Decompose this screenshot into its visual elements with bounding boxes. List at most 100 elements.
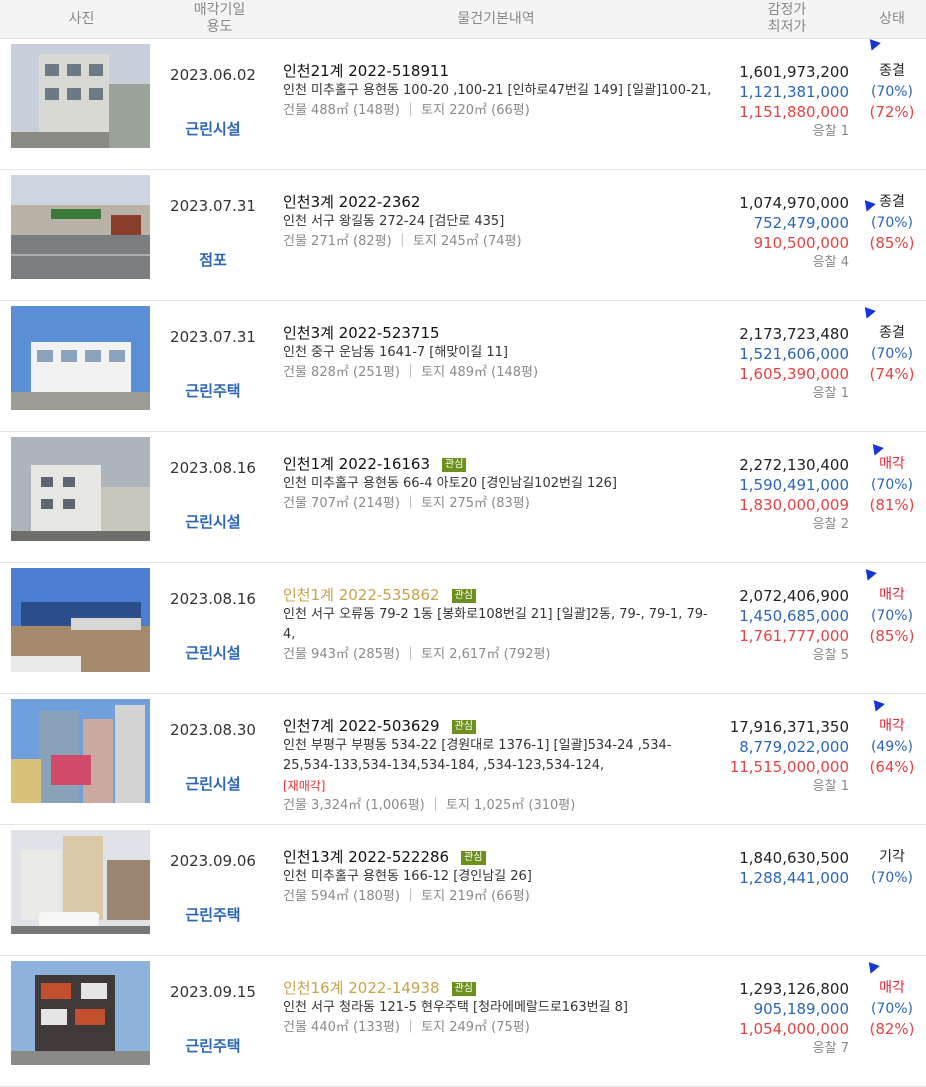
property-photo[interactable] [11, 961, 150, 1065]
header-info: 물건기본내역 [457, 10, 535, 27]
table-row[interactable]: 2023.07.31 근린주택 인천3계 2022-523715 인천 중구 운… [0, 301, 926, 432]
table-row[interactable]: 2023.08.16 근린시설 인천1계 2022-16163 관심 인천 미추홀… [0, 432, 926, 563]
interest-badge: 관심 [451, 720, 476, 734]
minimum-price: 8,779,022,000 [739, 738, 849, 756]
property-photo[interactable] [11, 175, 150, 279]
case-number-link[interactable]: 인천13계 2022-522286 관심 [283, 848, 713, 867]
header-photo: 사진 [68, 10, 95, 27]
property-photo[interactable] [11, 306, 150, 410]
bid-count: 응찰 7 [812, 1041, 849, 1056]
resale-tag: [재매각] [283, 779, 326, 793]
status-badge: 매각 [879, 718, 905, 734]
status-arrow-icon [860, 303, 876, 319]
bid-count: 응찰 1 [812, 124, 849, 139]
minimum-price: 752,479,000 [753, 214, 849, 232]
property-info: 인천1계 2022-16163 관심 인천 미추홀구 용현동 66-4 아토20 … [283, 455, 713, 514]
status-badge: 매각 [879, 587, 905, 603]
area-summary: 건물 707㎡ (214평) ｜ 토지 275㎡ (83평) [283, 496, 530, 511]
status-badge: 기각 [879, 849, 905, 865]
case-number-link[interactable]: 인천21계 2022-518911 [283, 62, 713, 81]
appraisal-price: 2,173,723,480 [739, 325, 849, 343]
property-use: 점포 [199, 251, 227, 269]
status-block: 기각 (70%) [858, 846, 926, 888]
area-summary: 건물 271㎡ (82평) ｜ 토지 245㎡ (74평) [283, 234, 522, 249]
minimum-rate: (70%) [870, 870, 914, 886]
appraisal-price: 2,072,406,900 [739, 587, 849, 605]
property-info: 인천13계 2022-522286 관심 인천 미추홀구 용현동 166-12 [… [283, 848, 713, 907]
table-row[interactable]: 2023.06.02 근린시설 인천21계 2022-518911 인천 미추홀… [0, 35, 926, 170]
header-date-use: 매각기일 용도 [193, 2, 246, 35]
header-price: 감정가 최저가 [767, 2, 807, 35]
sold-rate: (82%) [869, 1020, 915, 1038]
minimum-rate: (70%) [870, 608, 914, 624]
case-number-link[interactable]: 인천3계 2022-523715 [283, 324, 713, 343]
case-number-link[interactable]: 인천16계 2022-14938 관심 [283, 979, 713, 998]
status-badge: 종결 [879, 325, 905, 341]
minimum-price: 1,590,491,000 [739, 476, 849, 494]
table-row[interactable]: 2023.07.31 점포 인천3계 2022-2362 인천 서구 왕길동 2… [0, 170, 926, 301]
appraisal-price: 1,601,973,200 [739, 63, 849, 81]
auction-results-table: 사진 매각기일 용도 물건기본내역 감정가 최저가 상태 2023.06.02 근린… [0, 0, 926, 1087]
price-block: 17,916,371,350 8,779,022,000 11,515,000,… [712, 717, 849, 797]
interest-badge: 관심 [442, 458, 467, 472]
case-number-link[interactable]: 인천1계 2022-535862 관심 [283, 586, 713, 605]
property-info: 인천21계 2022-518911 인천 미추홀구 용현동 100-20 ,10… [283, 62, 713, 121]
table-row[interactable]: 2023.09.15 근린주택 인천16계 2022-14938 관심 인천 서구… [0, 956, 926, 1087]
minimum-price: 1,288,441,000 [739, 869, 849, 887]
appraisal-price: 17,916,371,350 [729, 718, 849, 736]
sold-price: 11,515,000,000 [729, 758, 849, 776]
price-block: 2,272,130,400 1,590,491,000 1,830,000,00… [712, 455, 849, 535]
property-address: 인천 서구 청라동 121-5 현우주택 [청라에메랄드로163번길 8] [283, 1000, 628, 1015]
minimum-rate: (70%) [870, 477, 914, 493]
property-photo[interactable] [11, 699, 150, 803]
sold-rate: (72%) [869, 103, 915, 121]
price-block: 2,072,406,900 1,450,685,000 1,761,777,00… [712, 586, 849, 666]
property-address: 인천 중구 운남동 1641-7 [해맞이길 11] [283, 345, 508, 360]
property-address: 인천 부평구 부평동 534-22 [경원대로 1376-1] [일괄]534-… [283, 738, 672, 773]
property-info: 인천7계 2022-503629 관심 인천 부평구 부평동 534-22 [경원… [283, 717, 713, 816]
auction-date: 2023.08.16 [170, 459, 256, 477]
case-number-link[interactable]: 인천7계 2022-503629 관심 [283, 717, 713, 736]
property-address: 인천 미추홀구 용현동 166-12 [경인남길 26] [283, 869, 532, 884]
area-summary: 건물 3,324㎡ (1,006평) ｜ 토지 1,025㎡ (310평) [283, 798, 576, 813]
bid-count: 응찰 4 [812, 255, 849, 270]
appraisal-price: 2,272,130,400 [739, 456, 849, 474]
status-badge: 종결 [879, 63, 905, 79]
case-number-link[interactable]: 인천3계 2022-2362 [283, 193, 713, 212]
sold-rate: (85%) [869, 234, 915, 252]
status-block: 종결 (70%) (72%) [858, 60, 926, 122]
property-photo[interactable] [11, 568, 150, 672]
property-photo[interactable] [11, 830, 150, 934]
sold-rate: (81%) [869, 496, 915, 514]
area-summary: 건물 594㎡ (180평) ｜ 토지 219㎡ (66평) [283, 889, 530, 904]
status-block: 매각 (70%) (81%) [858, 453, 926, 515]
status-arrow-icon [861, 565, 877, 581]
property-use: 근린주택 [185, 382, 241, 400]
auction-date: 2023.08.30 [170, 721, 256, 739]
property-address: 인천 미추홀구 용현동 100-20 ,100-21 [인하로47번길 149]… [283, 83, 712, 98]
table-row[interactable]: 2023.09.06 근린주택 인천13계 2022-522286 관심 인천 미… [0, 825, 926, 956]
price-block: 1,601,973,200 1,121,381,000 1,151,880,00… [712, 62, 849, 142]
area-summary: 건물 828㎡ (251평) ｜ 토지 489㎡ (148평) [283, 365, 539, 380]
table-header: 사진 매각기일 용도 물건기본내역 감정가 최저가 상태 [0, 0, 926, 39]
property-use: 근린주택 [185, 1037, 241, 1055]
auction-date: 2023.09.15 [170, 983, 256, 1001]
area-summary: 건물 488㎡ (148평) ｜ 토지 220㎡ (66평) [283, 103, 530, 118]
status-badge: 매각 [879, 456, 905, 472]
auction-date: 2023.07.31 [170, 197, 256, 215]
property-use: 근린시설 [185, 644, 241, 662]
case-number-link[interactable]: 인천1계 2022-16163 관심 [283, 455, 713, 474]
property-address: 인천 서구 왕길동 272-24 [검단로 435] [283, 214, 505, 229]
minimum-rate: (70%) [870, 215, 914, 231]
status-block: 매각 (70%) (82%) [858, 977, 926, 1039]
sold-price: 910,500,000 [753, 234, 849, 252]
table-row[interactable]: 2023.08.30 근린시설 인천7계 2022-503629 관심 인천 부평… [0, 694, 926, 825]
interest-badge: 관심 [461, 851, 486, 865]
property-photo[interactable] [11, 437, 150, 541]
property-info: 인천3계 2022-523715 인천 중구 운남동 1641-7 [해맞이길 … [283, 324, 713, 383]
minimum-rate: (70%) [870, 346, 914, 362]
minimum-price: 905,189,000 [753, 1000, 849, 1018]
property-photo[interactable] [11, 44, 150, 148]
auction-date: 2023.06.02 [170, 66, 256, 84]
table-row[interactable]: 2023.08.16 근린시설 인천1계 2022-535862 관심 인천 서구… [0, 563, 926, 694]
